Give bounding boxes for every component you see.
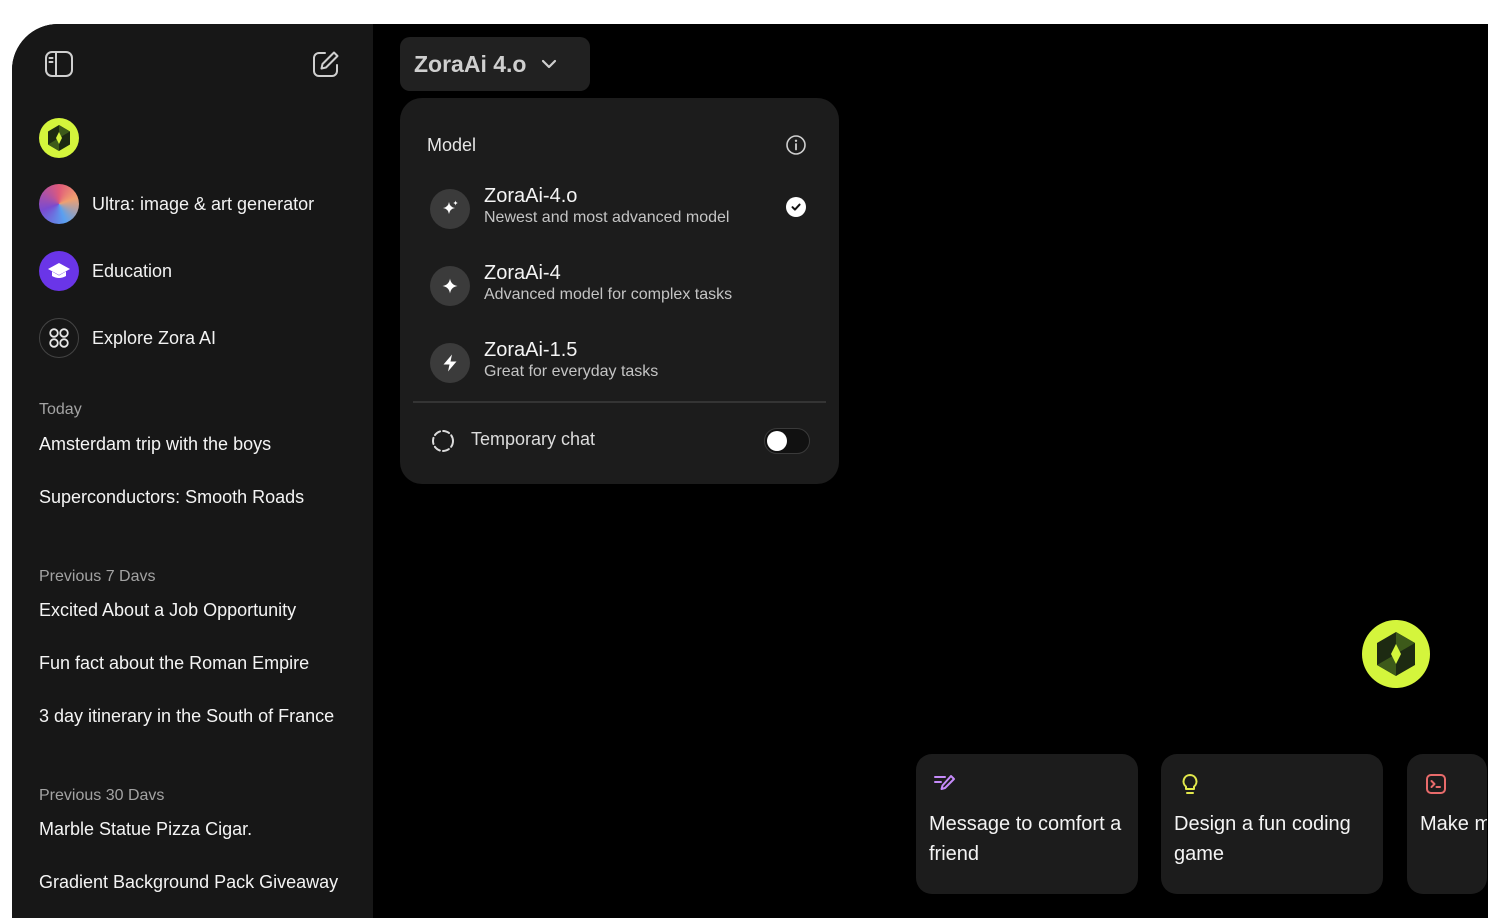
model-option-zoraai-4[interactable]: ZoraAi-4 Advanced model for complex task… <box>430 262 810 312</box>
nav-item-label: Education <box>92 260 173 281</box>
suggestion-card[interactable]: Design a fun coding game <box>1161 754 1383 894</box>
history-item[interactable]: Excited About a Job Opportunity <box>39 600 349 621</box>
terminal-icon <box>1426 774 1446 794</box>
nav-item-label: Explore Zora AI <box>92 327 217 348</box>
model-option-name: ZoraAi-1.5 <box>484 339 578 361</box>
dashed-circle-icon <box>432 430 454 452</box>
section-label-previous-7-days: Previous 7 Davs <box>39 568 156 585</box>
model-option-name: ZoraAi-4.o <box>484 185 578 207</box>
temporary-chat-toggle[interactable] <box>764 428 810 454</box>
grid-icon <box>39 318 79 358</box>
model-option-zoraai-1-5[interactable]: ZoraAi-1.5 Great for everyday tasks <box>430 339 810 389</box>
lightning-icon <box>430 343 470 383</box>
edit-icon <box>313 51 339 77</box>
zora-logo-icon <box>1362 620 1430 688</box>
sparkles-icon <box>430 189 470 229</box>
art-generator-icon <box>39 184 79 224</box>
new-chat-button[interactable] <box>306 44 346 84</box>
suggestion-card[interactable]: Make me a webpage <box>1407 754 1487 894</box>
history-item[interactable]: Gradient Background Pack Giveaway <box>39 872 341 893</box>
history-item[interactable]: 3 day itinerary in the South of France <box>39 706 347 727</box>
chevron-down-icon <box>542 59 557 69</box>
suggestion-text: Make me a webpage <box>1420 813 1487 835</box>
suggestion-card[interactable]: Message to comfort a friend <box>916 754 1138 894</box>
toggle-sidebar-button[interactable] <box>39 44 79 84</box>
history-item[interactable]: Amsterdam trip with the boys <box>39 434 349 455</box>
nav-item-ultra[interactable]: Ultra: image & art generator <box>39 184 314 224</box>
nav-item-explore[interactable]: Explore Zora AI <box>39 318 216 358</box>
lightbulb-icon <box>1182 774 1198 794</box>
temporary-chat-row: Temporary chat <box>430 426 810 456</box>
model-option-name: ZoraAi-4 <box>484 262 561 284</box>
model-option-zoraai-4o[interactable]: ZoraAi-4.o Newest and most advanced mode… <box>430 185 810 235</box>
model-option-description: Newest and most advanced model <box>484 209 730 226</box>
temporary-chat-label: Temporary chat <box>471 429 596 449</box>
info-icon[interactable] <box>785 134 807 156</box>
graduation-cap-icon <box>39 251 79 291</box>
app-window: Ultra: image & art generator Education E… <box>12 24 1488 918</box>
dropdown-title: Model <box>427 135 477 155</box>
pen-lines-icon <box>934 775 955 790</box>
history-item[interactable]: Superconductors: Smooth Roads <box>39 487 349 508</box>
nav-item-label: Ultra: image & art generator <box>92 193 315 214</box>
checkmark-icon <box>786 197 806 217</box>
history-item[interactable]: Marble Statue Pizza Cigar. <box>39 819 349 840</box>
model-selector-label: ZoraAi 4.o <box>414 50 527 77</box>
model-option-description: Great for everyday tasks <box>484 363 659 380</box>
section-label-today: Today <box>39 401 82 418</box>
nav-item-education[interactable]: Education <box>39 251 172 291</box>
history-item[interactable]: Fun fact about the Roman Empire <box>39 653 349 674</box>
sidebar-panel-icon <box>45 51 73 77</box>
model-option-description: Advanced model for complex tasks <box>484 286 733 303</box>
suggestion-text: Design a fun coding game <box>1174 813 1351 865</box>
model-selector-button[interactable]: ZoraAi 4.o <box>400 37 590 91</box>
sidebar: Ultra: image & art generator Education E… <box>12 24 373 918</box>
divider <box>413 401 826 403</box>
zora-logo-icon[interactable] <box>39 118 79 158</box>
section-label-previous-30-days: Previous 30 Davs <box>39 787 165 804</box>
model-dropdown: Model ZoraAi-4.o Newest and most advance… <box>400 98 839 484</box>
suggestion-text: Message to comfort a friend <box>929 813 1122 865</box>
toggle-knob <box>767 431 787 451</box>
sparkle-icon <box>430 266 470 306</box>
